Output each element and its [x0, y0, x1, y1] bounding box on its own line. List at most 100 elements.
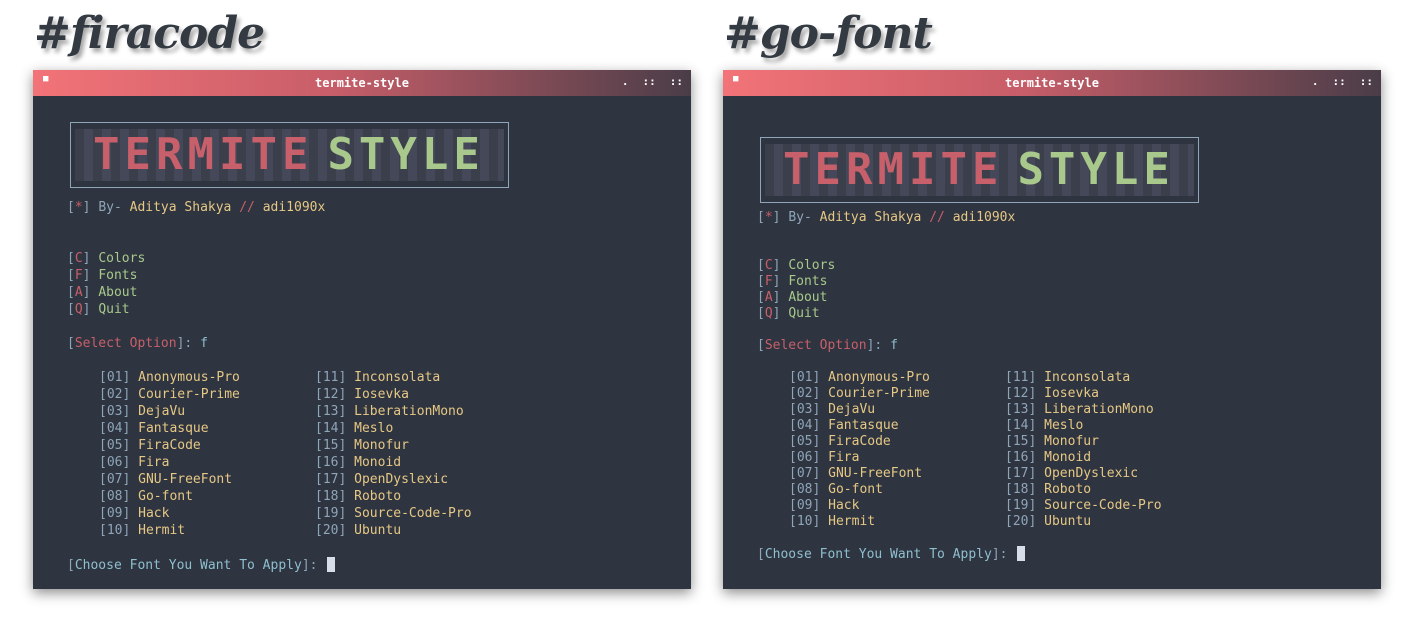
menu-item-fonts[interactable]: [F] Fonts [757, 274, 827, 289]
menu-item-fonts[interactable]: [F] Fonts [67, 268, 137, 283]
font-option[interactable]: [11] Inconsolata [1005, 370, 1130, 385]
font-option[interactable]: [03] DejaVu [789, 402, 875, 417]
font-option[interactable]: [18] Roboto [315, 489, 401, 504]
font-option[interactable]: [12] Iosevka [315, 387, 409, 402]
bracket: [ [1005, 450, 1013, 465]
bracket: [ [315, 404, 323, 419]
font-option[interactable]: [16] Monoid [315, 455, 401, 470]
choose-font-prompt[interactable]: [Choose Font You Want To Apply]: [757, 546, 1026, 562]
bracket: ] [122, 438, 139, 453]
logo-banner: TERMITE STYLE [75, 129, 504, 181]
font-option[interactable]: [14] Meslo [1005, 418, 1083, 433]
go-font-heading: #go-font [724, 8, 933, 59]
byline: [*] By- Aditya Shakya // adi1090x [757, 210, 1015, 225]
font-number: 13 [1012, 402, 1029, 417]
bracket: ] [812, 514, 829, 529]
font-number: 05 [106, 438, 123, 453]
bracket: [ [1005, 466, 1013, 481]
font-option[interactable]: [17] OpenDyslexic [315, 472, 448, 487]
title-bar: ■ termite-style.:::: [723, 70, 1381, 96]
font-option[interactable]: [07] GNU-FreeFont [789, 466, 922, 481]
menu-item-about[interactable]: [A] About [757, 290, 827, 305]
font-name: Go-font [138, 489, 193, 504]
logo-termite-text: TERMITE [93, 129, 314, 180]
bracket: [ [315, 489, 323, 504]
bracket: ] [82, 285, 99, 300]
choose-font-prompt[interactable]: [Choose Font You Want To Apply]: [67, 557, 336, 573]
close-button[interactable]: :: [670, 75, 683, 88]
menu-item-colors[interactable]: [C] Colors [757, 258, 835, 273]
font-option[interactable]: [15] Monofur [315, 438, 409, 453]
font-name: Fira [828, 450, 860, 465]
font-option[interactable]: [10] Hermit [789, 514, 875, 529]
terminal-window-go-font[interactable]: ■ termite-style.:::: TERMITE STYLE [*] By- A… [723, 70, 1381, 589]
bracket: [ [315, 455, 323, 470]
font-option[interactable]: [08] Go-font [789, 482, 883, 497]
font-number: 03 [796, 402, 813, 417]
font-option[interactable]: [20] Ubuntu [1005, 514, 1091, 529]
bracket: [ [1005, 386, 1013, 401]
font-option[interactable]: [02] Courier-Prime [789, 386, 930, 401]
font-option[interactable]: [13] LiberationMono [315, 404, 464, 419]
font-option[interactable]: [06] Fira [789, 450, 859, 465]
font-option[interactable]: [02] Courier-Prime [99, 387, 240, 402]
bracket: ] [122, 506, 139, 521]
bracket: ] [812, 450, 829, 465]
font-option[interactable]: [18] Roboto [1005, 482, 1091, 497]
font-name: Inconsolata [1044, 370, 1131, 385]
font-option[interactable]: [19] Source-Code-Pro [315, 506, 472, 521]
font-name: Fantasque [828, 418, 899, 433]
font-name: GNU-FreeFont [138, 472, 233, 487]
terminal-window-firacode[interactable]: ■ termite-style.:::: TERMITE STYLE [*] By- A… [33, 70, 691, 589]
bracket: [ [315, 421, 323, 436]
bracket: ]: [866, 338, 891, 353]
bracket: [ [99, 506, 107, 521]
font-option[interactable]: [19] Source-Code-Pro [1005, 498, 1162, 513]
maximize-button[interactable]: :: [1333, 75, 1346, 88]
close-button[interactable]: :: [1360, 75, 1373, 88]
font-option[interactable]: [01] Anonymous-Pro [789, 370, 930, 385]
minimize-button[interactable]: . [1312, 75, 1319, 88]
menu-key: A [74, 285, 83, 300]
bracket: [ [99, 523, 107, 538]
bracket: ] [1028, 386, 1045, 401]
font-option[interactable]: [15] Monofur [1005, 434, 1099, 449]
font-option[interactable]: [11] Inconsolata [315, 370, 440, 385]
byline: [*] By- Aditya Shakya // adi1090x [67, 200, 325, 215]
font-name: DejaVu [138, 404, 186, 419]
menu-item-quit[interactable]: [Q] Quit [757, 306, 820, 321]
font-option[interactable]: [03] DejaVu [99, 404, 185, 419]
menu-item-colors[interactable]: [C] Colors [67, 251, 145, 266]
bracket: ] [122, 370, 139, 385]
font-option[interactable]: [13] LiberationMono [1005, 402, 1154, 417]
firacode-heading: #firacode [34, 8, 265, 59]
font-option[interactable]: [12] Iosevka [1005, 386, 1099, 401]
font-option[interactable]: [17] OpenDyslexic [1005, 466, 1138, 481]
font-option[interactable]: [07] GNU-FreeFont [99, 472, 232, 487]
font-option[interactable]: [01] Anonymous-Pro [99, 370, 240, 385]
menu-label: Fonts [98, 268, 138, 283]
font-option[interactable]: [05] FiraCode [99, 438, 201, 453]
font-option[interactable]: [16] Monoid [1005, 450, 1091, 465]
menu-item-about[interactable]: [A] About [67, 285, 137, 300]
bracket: [ [99, 472, 107, 487]
font-option[interactable]: [20] Ubuntu [315, 523, 401, 538]
font-option[interactable]: [04] Fantasque [99, 421, 209, 436]
menu-item-quit[interactable]: [Q] Quit [67, 302, 130, 317]
font-option[interactable]: [09] Hack [99, 506, 169, 521]
font-option[interactable]: [14] Meslo [315, 421, 393, 436]
font-option[interactable]: [06] Fira [99, 455, 169, 470]
terminal-cursor [1017, 546, 1026, 561]
font-number: 16 [322, 455, 339, 470]
font-option[interactable]: [05] FiraCode [789, 434, 891, 449]
bracket: ] [1028, 434, 1045, 449]
maximize-button[interactable]: :: [643, 75, 656, 88]
font-option[interactable]: [09] Hack [789, 498, 859, 513]
font-number: 06 [106, 455, 123, 470]
menu-key: A [764, 290, 773, 305]
font-option[interactable]: [04] Fantasque [789, 418, 899, 433]
minimize-button[interactable]: . [622, 75, 629, 88]
font-option[interactable]: [08] Go-font [99, 489, 193, 504]
bracket: ] [1028, 514, 1045, 529]
font-option[interactable]: [10] Hermit [99, 523, 185, 538]
